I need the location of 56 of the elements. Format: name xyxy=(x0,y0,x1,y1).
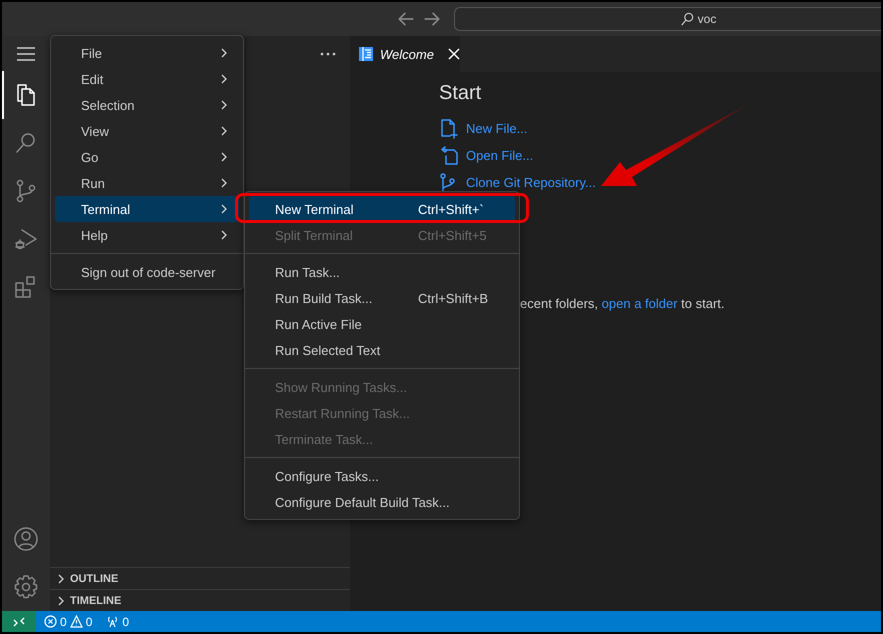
section-header[interactable]: TIMELINE xyxy=(70,594,122,606)
menu-item[interactable]: Go xyxy=(55,144,239,170)
action-link[interactable]: Clone Git Repository... xyxy=(466,175,596,190)
chevron-right-icon xyxy=(219,204,229,214)
menu-item[interactable]: View xyxy=(55,118,239,144)
open-file-icon[interactable] xyxy=(439,146,459,166)
chevron-right-icon xyxy=(219,48,229,58)
menu-icon[interactable] xyxy=(16,46,36,62)
chevron-right-icon xyxy=(219,100,229,110)
port-count[interactable]: 0 xyxy=(122,614,130,628)
action-link[interactable]: New File... xyxy=(466,121,528,136)
menu-item[interactable]: Run xyxy=(55,170,239,196)
warning-icon[interactable] xyxy=(70,615,83,628)
menu-item[interactable]: New Terminal Ctrl+Shift+` xyxy=(249,196,515,222)
antenna-icon[interactable] xyxy=(106,615,120,628)
remote-icon xyxy=(13,616,25,628)
recent-folders-text: ecent folders, open a folder to start. xyxy=(520,296,726,311)
account-icon[interactable] xyxy=(13,526,39,552)
section-heading: Start xyxy=(439,82,482,105)
menu-item[interactable]: Run Active File xyxy=(249,311,515,337)
chevron-right-icon[interactable] xyxy=(56,596,66,606)
menu-item[interactable]: Selection xyxy=(55,92,239,118)
menu-item[interactable]: Help xyxy=(55,222,239,248)
chevron-right-icon xyxy=(219,74,229,84)
menu-item[interactable]: Run Build Task... Ctrl+Shift+B xyxy=(249,285,515,311)
menu-item[interactable]: Run Selected Text xyxy=(249,337,515,363)
menu-item[interactable]: Configure Default Build Task... xyxy=(249,489,515,515)
warning-count[interactable]: 0 xyxy=(86,614,92,628)
settings-icon[interactable] xyxy=(13,574,39,600)
menu-item[interactable]: Configure Tasks... xyxy=(249,463,515,489)
chevron-right-icon xyxy=(219,152,229,162)
menu-item[interactable]: Run Task... xyxy=(249,259,515,285)
menu-item[interactable]: Edit xyxy=(55,66,239,92)
menu-item[interactable]: Sign out of code-server xyxy=(55,259,239,285)
more-actions-icon[interactable] xyxy=(320,52,336,56)
chevron-right-icon[interactable] xyxy=(56,574,66,584)
document-icon xyxy=(358,46,374,62)
back-arrow-icon[interactable] xyxy=(397,10,415,28)
section-header[interactable]: OUTLINE xyxy=(70,572,118,584)
new-file-icon[interactable] xyxy=(439,118,459,138)
chevron-right-icon xyxy=(219,230,229,240)
error-count[interactable]: 0 xyxy=(60,614,67,628)
open-folder-link[interactable]: open a folder xyxy=(602,296,678,311)
error-icon[interactable] xyxy=(44,615,57,628)
command-center-search[interactable]: voc xyxy=(454,7,881,31)
close-icon[interactable] xyxy=(448,48,460,60)
editor-tab[interactable]: Welcome xyxy=(350,36,460,72)
remote-button[interactable] xyxy=(2,611,36,632)
tab-label: Welcome xyxy=(380,46,434,62)
search-icon xyxy=(680,12,694,26)
chevron-right-icon xyxy=(219,126,229,136)
action-link[interactable]: Open File... xyxy=(466,148,534,163)
menu-item[interactable]: File xyxy=(55,40,239,66)
forward-arrow-icon[interactable] xyxy=(423,10,441,28)
menu-item[interactable]: Terminal xyxy=(55,196,239,222)
chevron-right-icon xyxy=(219,178,229,188)
